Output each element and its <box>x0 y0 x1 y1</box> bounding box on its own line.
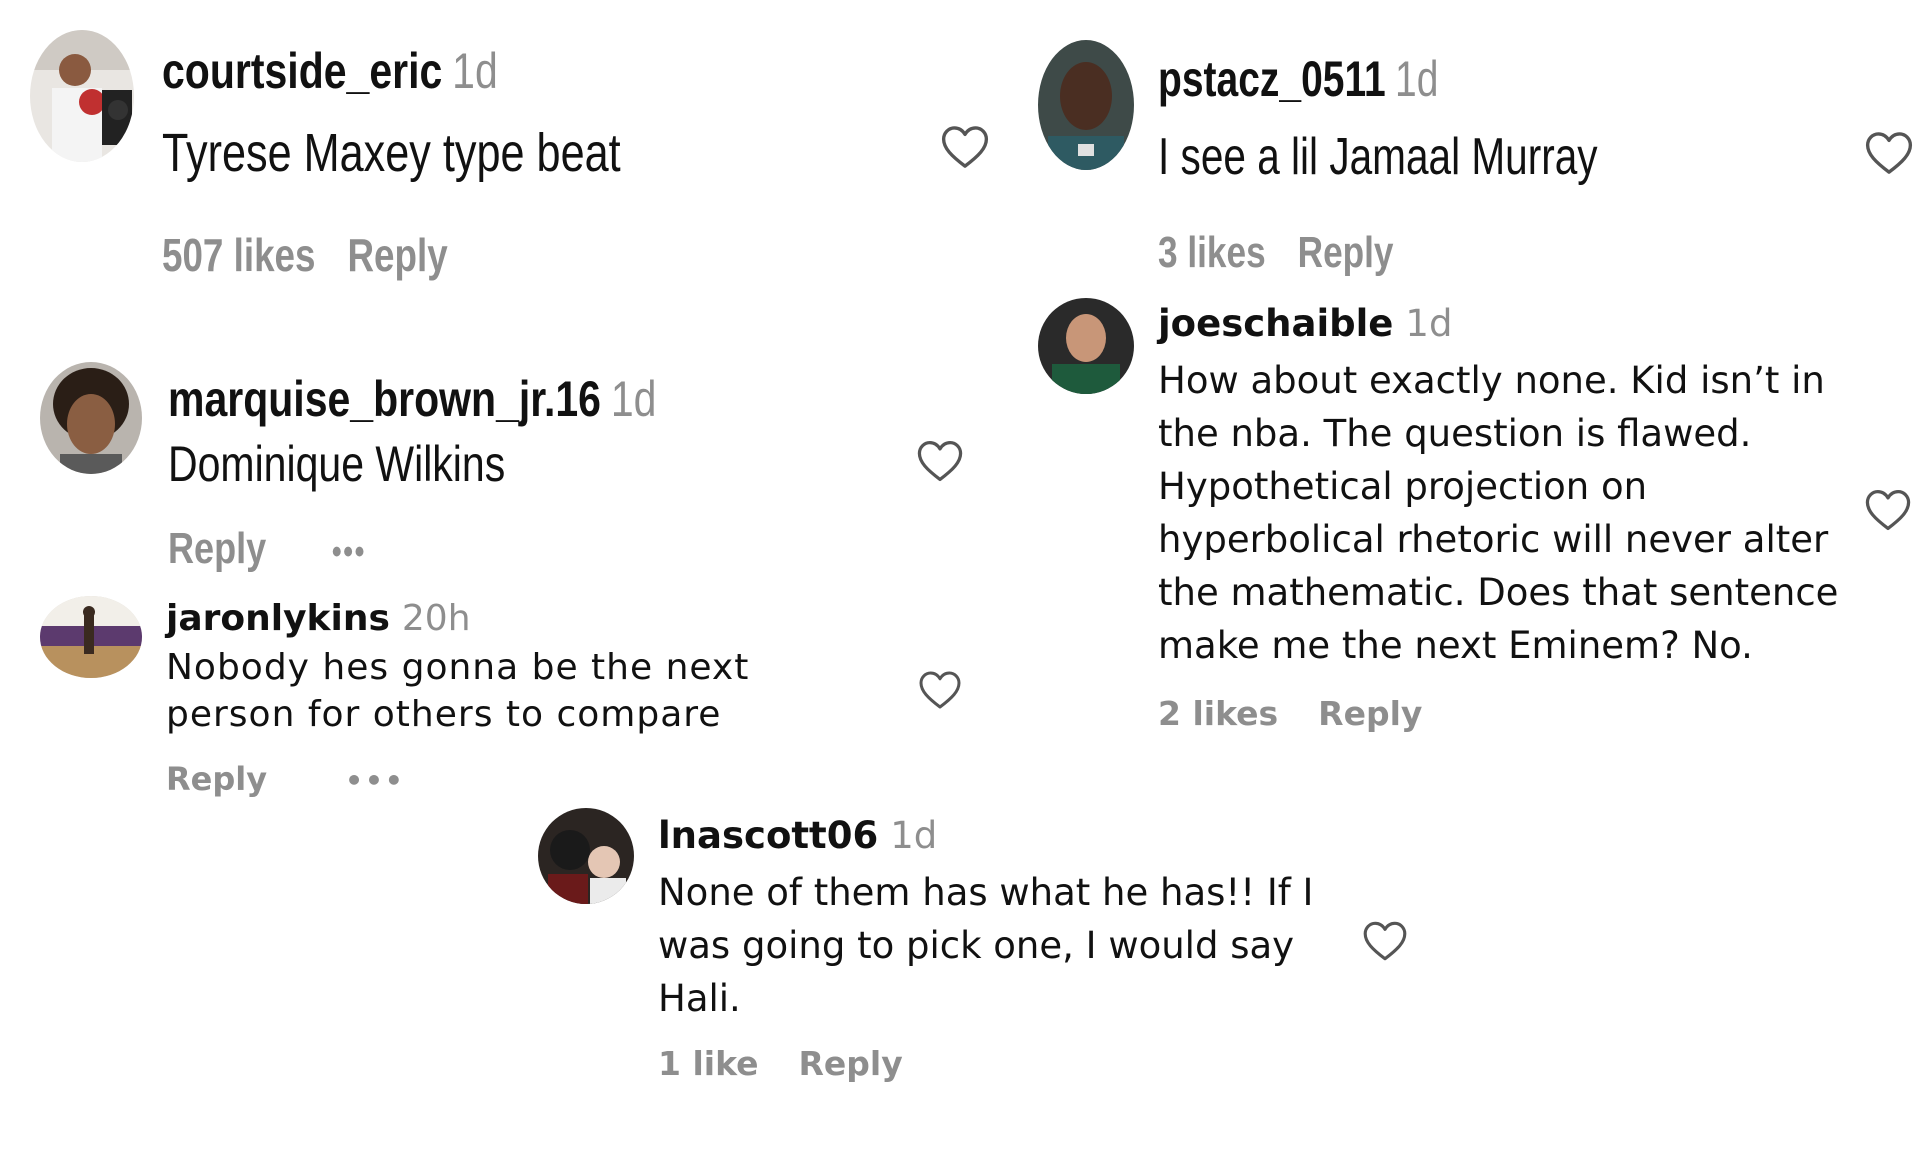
username-text[interactable]: lnascott06 <box>658 814 878 857</box>
comment-text-line: hyperbolical rhetoric will never alter <box>1158 518 1829 561</box>
comment-text-line: How about exactly none. Kid isn’t in <box>1158 359 1825 402</box>
avatar[interactable] <box>1038 298 1134 394</box>
heart-outline-icon[interactable] <box>914 434 966 488</box>
comment-text-line: was going to pick one, I would say <box>658 924 1295 967</box>
comment-text: Nobody hes gonna be the next person for … <box>166 644 749 738</box>
avatar-gym-photo <box>40 596 142 678</box>
comment-text-line: the mathematic. Does that sentence <box>1158 571 1839 614</box>
avatar[interactable] <box>30 30 134 162</box>
avatar[interactable] <box>40 596 142 678</box>
comment-text-line: None of them has what he has!! If I <box>658 871 1314 914</box>
comment-time: 1d <box>1405 302 1453 345</box>
avatar-portrait <box>1038 40 1134 170</box>
comment-time: 1d <box>610 371 657 427</box>
comment-time: 1d <box>452 43 498 99</box>
avatar[interactable] <box>1038 40 1134 170</box>
comment-text-line: person for others to compare <box>166 694 722 735</box>
comment-text-line: Hali. <box>658 977 741 1020</box>
username-text[interactable]: marquise_brown_jr.16 <box>168 371 601 427</box>
comment-time: 1d <box>890 814 938 857</box>
comment-time: 20h <box>401 598 471 639</box>
reply-button[interactable]: Reply <box>1318 694 1422 733</box>
comment-text: None of them has what he has!! If I was … <box>658 866 1313 1025</box>
comment-text: How about exactly none. Kid isn’t in the… <box>1158 354 1838 672</box>
likes-count[interactable]: 2 likes <box>1158 694 1278 733</box>
comment-meta: 2 likes Reply <box>1158 694 1462 733</box>
more-options-icon[interactable]: ••• <box>332 533 366 572</box>
username-text[interactable]: courtside_eric <box>162 43 442 99</box>
heart-outline-icon[interactable] <box>914 668 966 712</box>
heart-outline-icon[interactable] <box>1862 486 1914 534</box>
likes-count[interactable]: 507 likes <box>162 229 315 281</box>
avatar[interactable] <box>40 362 142 474</box>
heart-outline-icon[interactable] <box>938 118 992 176</box>
comment-text: Tyrese Maxey type beat <box>162 123 621 183</box>
reply-button[interactable]: Reply <box>1298 228 1394 277</box>
avatar-boxing-photo <box>30 30 134 162</box>
comment-username[interactable]: joeschaible 1d <box>1158 302 1452 345</box>
comment-text: I see a lil Jamaal Murray <box>1158 128 1598 186</box>
comment-username[interactable]: pstacz_0511 1d <box>1158 50 1438 108</box>
reply-button[interactable]: Reply <box>166 760 267 798</box>
comment-meta: 1 like Reply <box>658 1044 943 1083</box>
comment-text-line: Hypothetical projection on <box>1158 465 1648 508</box>
comment-meta: Reply ••• <box>166 760 445 798</box>
comment-username[interactable]: lnascott06 1d <box>658 814 937 857</box>
comment-text: Dominique Wilkins <box>168 436 506 492</box>
comment-username[interactable]: courtside_eric 1d <box>162 42 498 100</box>
avatar-portrait <box>1038 298 1134 394</box>
username-text[interactable]: jaronlykins <box>166 598 390 639</box>
comment-username[interactable]: marquise_brown_jr.16 1d <box>168 370 656 428</box>
reply-button[interactable]: Reply <box>347 229 447 281</box>
heart-outline-icon[interactable] <box>1360 918 1410 964</box>
heart-outline-icon[interactable] <box>1862 124 1916 182</box>
comment-text-line: make me the next Eminem? No. <box>1158 624 1753 667</box>
likes-count[interactable]: 3 likes <box>1158 228 1266 277</box>
avatar[interactable] <box>538 808 634 904</box>
reply-button[interactable]: Reply <box>168 524 266 573</box>
comment-meta: 507 likes Reply <box>162 228 480 282</box>
comment-time: 1d <box>1395 51 1439 107</box>
comment-text-line: Nobody hes gonna be the next <box>166 647 750 688</box>
username-text[interactable]: pstacz_0511 <box>1158 51 1386 107</box>
more-options-icon[interactable]: ••• <box>345 764 405 797</box>
comment-meta: Reply ••• <box>168 524 399 574</box>
avatar-portrait <box>40 362 142 474</box>
comment-meta: 3 likes Reply <box>1158 228 1426 278</box>
username-text[interactable]: joeschaible <box>1158 302 1393 345</box>
comment-text-line: the nba. The question is flawed. <box>1158 412 1752 455</box>
avatar-couple-photo <box>538 808 634 904</box>
reply-button[interactable]: Reply <box>799 1044 903 1083</box>
likes-count[interactable]: 1 like <box>658 1044 759 1083</box>
comment-username[interactable]: jaronlykins 20h <box>166 598 471 639</box>
